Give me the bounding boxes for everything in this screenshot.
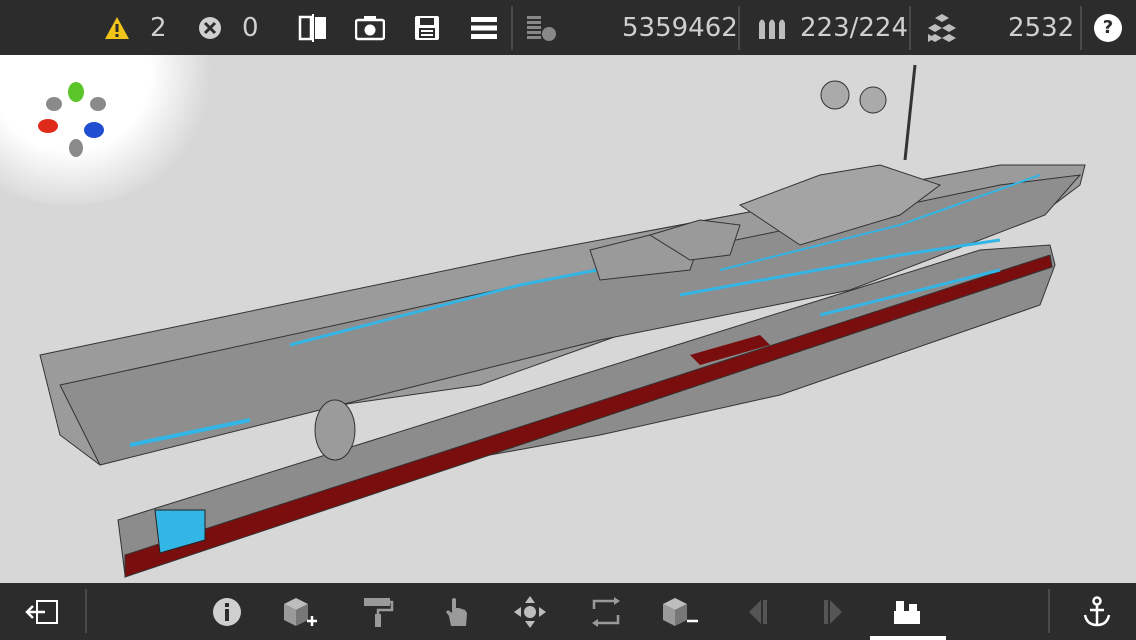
camera-icon — [355, 15, 385, 40]
divider — [909, 6, 911, 50]
budget-indicator — [526, 0, 558, 55]
ammo-icon — [759, 19, 785, 39]
help-icon: ? — [1094, 13, 1122, 42]
next-button[interactable] — [805, 583, 861, 640]
mirror-split-icon — [298, 13, 326, 42]
rotate-button[interactable] — [578, 583, 634, 640]
help-button[interactable]: ? — [1094, 0, 1122, 55]
previous-arrow-icon — [749, 599, 767, 624]
camera-mode-button[interactable] — [880, 583, 936, 640]
previous-button[interactable] — [730, 583, 786, 640]
mirror-button[interactable] — [298, 0, 328, 55]
move-arrows-icon — [514, 595, 546, 628]
menu-button[interactable] — [470, 0, 498, 55]
ship-model[interactable] — [0, 55, 1136, 583]
anchor-button[interactable] — [1069, 583, 1125, 640]
ammo-counter: 223/224 — [800, 0, 908, 55]
bottom-toolbar — [0, 583, 1136, 640]
move-button[interactable] — [502, 583, 558, 640]
hand-pointer-icon — [446, 597, 467, 626]
divider — [738, 6, 740, 50]
menu-icon — [471, 16, 497, 39]
anchor-icon — [1083, 595, 1111, 626]
add-block-icon — [284, 597, 317, 626]
camera-mode-icon — [894, 600, 920, 624]
errors-indicator[interactable]: 0 — [198, 0, 259, 55]
screenshot-button[interactable] — [355, 0, 385, 55]
error-circle-icon — [199, 16, 221, 39]
next-arrow-icon — [824, 599, 842, 624]
warning-triangle-icon — [105, 16, 129, 39]
remove-block-button[interactable] — [652, 583, 708, 640]
divider — [511, 6, 513, 50]
divider — [85, 589, 87, 633]
floppy-disk-icon — [415, 15, 439, 40]
paint-button[interactable] — [350, 583, 406, 640]
cost-value: 5359462 — [622, 12, 738, 43]
errors-count: 0 — [242, 12, 259, 43]
warnings-count: 2 — [150, 12, 167, 43]
info-button[interactable] — [199, 583, 255, 640]
blocks-indicator — [925, 0, 959, 55]
block-counter: 2532 — [1008, 0, 1074, 55]
divider — [1080, 6, 1082, 50]
exit-button[interactable] — [14, 583, 70, 640]
info-icon — [213, 597, 241, 626]
help-label: ? — [1102, 17, 1114, 38]
ship-viewport[interactable] — [0, 55, 1136, 583]
warnings-indicator[interactable]: 2 — [104, 0, 167, 55]
rotate-icon — [592, 596, 620, 627]
paint-roller-icon — [364, 597, 394, 627]
ammo-indicator — [757, 0, 789, 55]
divider — [1048, 589, 1050, 633]
add-block-button[interactable] — [272, 583, 328, 640]
blocks-icon — [928, 13, 956, 42]
exit-icon — [25, 599, 58, 624]
ammo-value: 223/224 — [800, 12, 909, 43]
blocks-value: 2532 — [1008, 12, 1075, 43]
hand-button[interactable] — [428, 583, 484, 640]
save-button[interactable] — [414, 0, 440, 55]
cost-indicator: 5359462 — [622, 0, 738, 55]
budget-stack-icon — [527, 15, 556, 41]
top-toolbar: 2 0 5359462 223/224 2532 ? — [0, 0, 1136, 55]
remove-block-icon — [663, 597, 698, 626]
active-tool-indicator — [870, 636, 946, 640]
